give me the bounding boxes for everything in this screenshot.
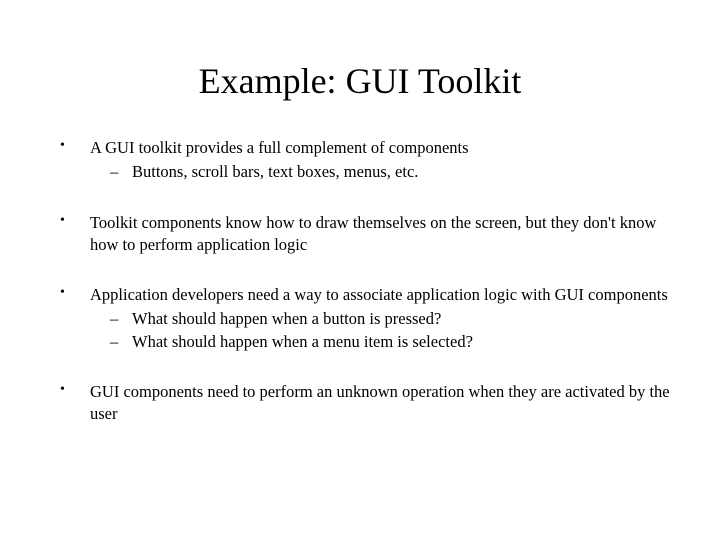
sub-list: Buttons, scroll bars, text boxes, menus,… xyxy=(90,161,680,183)
sub-item: What should happen when a button is pres… xyxy=(110,308,680,330)
bullet-text: Toolkit components know how to draw them… xyxy=(90,213,656,254)
sub-item: Buttons, scroll bars, text boxes, menus,… xyxy=(110,161,680,183)
bullet-item: Application developers need a way to ass… xyxy=(60,284,680,353)
sub-item: What should happen when a menu item is s… xyxy=(110,331,680,353)
bullet-item: GUI components need to perform an unknow… xyxy=(60,381,680,426)
bullet-list: A GUI toolkit provides a full complement… xyxy=(40,137,680,425)
bullet-text: A GUI toolkit provides a full complement… xyxy=(90,138,469,157)
bullet-item: Toolkit components know how to draw them… xyxy=(60,212,680,257)
bullet-text: Application developers need a way to ass… xyxy=(90,285,668,304)
slide-title: Example: GUI Toolkit xyxy=(40,60,680,102)
sub-list: What should happen when a button is pres… xyxy=(90,308,680,353)
bullet-text: GUI components need to perform an unknow… xyxy=(90,382,670,423)
bullet-item: A GUI toolkit provides a full complement… xyxy=(60,137,680,184)
